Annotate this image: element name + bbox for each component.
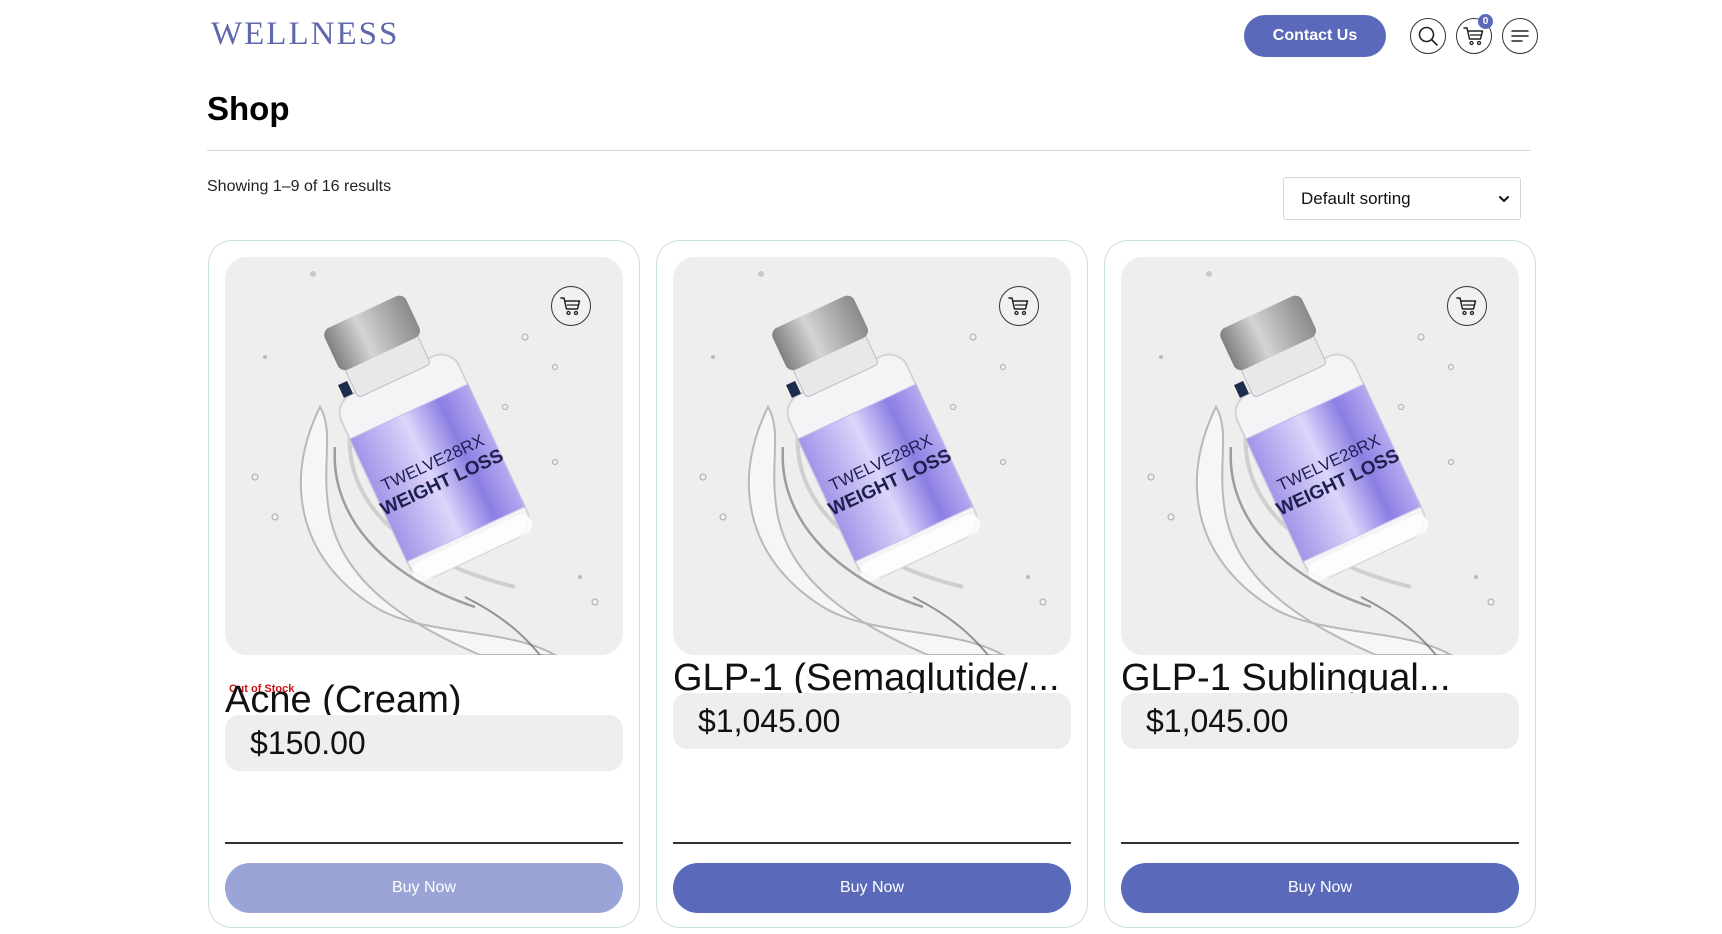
product-card[interactable]: TWELVE28RX WEIGHT LOSS Out of Stock Acne… xyxy=(208,240,640,928)
cart-icon xyxy=(560,297,581,316)
chevron-down-icon xyxy=(1499,195,1509,202)
sort-select[interactable]: Default sorting xyxy=(1283,177,1521,220)
card-divider xyxy=(1121,842,1519,844)
shop-page: WELLNESS Contact Us 0 Shop Showing 1–9 o… xyxy=(0,0,1722,934)
add-to-cart-button[interactable] xyxy=(999,286,1039,326)
cart-icon xyxy=(1008,297,1029,316)
product-image[interactable]: TWELVE28RX WEIGHT LOSS xyxy=(225,257,623,655)
buy-now-button[interactable]: Buy Now xyxy=(673,863,1071,913)
cart-count-badge: 0 xyxy=(1478,14,1493,29)
add-to-cart-button[interactable] xyxy=(551,286,591,326)
menu-button[interactable] xyxy=(1502,18,1538,54)
cart-icon xyxy=(1456,297,1477,316)
cart-button[interactable]: 0 xyxy=(1456,14,1493,54)
product-card[interactable]: TWELVE28RX WEIGHT LOSS GLP-1 Sublingual.… xyxy=(1104,240,1536,928)
search-icon xyxy=(1418,26,1438,46)
site-logo[interactable]: WELLNESS xyxy=(211,16,399,53)
sort-selected-value: Default sorting xyxy=(1301,188,1411,208)
product-price: $1,045.00 xyxy=(673,693,1071,749)
menu-icon xyxy=(1511,30,1529,42)
product-price: $150.00 xyxy=(225,715,623,771)
search-button[interactable] xyxy=(1410,18,1446,54)
page-title: Shop xyxy=(207,90,290,127)
title-divider xyxy=(207,150,1531,151)
contact-us-button[interactable]: Contact Us xyxy=(1244,15,1386,57)
buy-now-button[interactable]: Buy Now xyxy=(225,863,623,913)
card-divider xyxy=(225,842,623,844)
result-count: Showing 1–9 of 16 results xyxy=(207,178,392,195)
buy-now-button[interactable]: Buy Now xyxy=(1121,863,1519,913)
product-price: $1,045.00 xyxy=(1121,693,1519,749)
product-card[interactable]: TWELVE28RX WEIGHT LOSS GLP-1 (Semaglutid… xyxy=(656,240,1088,928)
add-to-cart-button[interactable] xyxy=(1447,286,1487,326)
product-image[interactable]: TWELVE28RX WEIGHT LOSS xyxy=(1121,257,1519,655)
product-image[interactable]: TWELVE28RX WEIGHT LOSS xyxy=(673,257,1071,655)
card-divider xyxy=(673,842,1071,844)
